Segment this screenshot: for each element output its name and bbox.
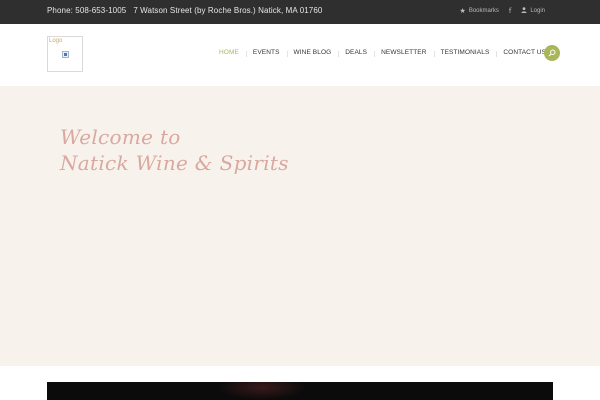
login-label: Login bbox=[530, 8, 545, 14]
nav-home[interactable]: HOME bbox=[212, 49, 246, 56]
search-button[interactable] bbox=[544, 45, 560, 61]
featured-media[interactable] bbox=[47, 382, 553, 400]
login-link[interactable]: Login bbox=[521, 7, 545, 15]
nav-wine-blog[interactable]: WINE BLOG bbox=[286, 49, 339, 57]
site-logo[interactable]: Logo bbox=[47, 36, 83, 72]
hero-line-2: Natick Wine & Spirits bbox=[60, 151, 289, 175]
nav-events[interactable]: EVENTS bbox=[245, 49, 287, 57]
user-icon bbox=[521, 7, 527, 15]
main-nav: HOME EVENTS WINE BLOG DEALS NEWSLETTER T… bbox=[212, 46, 553, 58]
broken-image-icon bbox=[62, 51, 69, 58]
bookmarks-link[interactable]: ★ Bookmarks bbox=[460, 7, 499, 15]
hero-heading: Welcome to Natick Wine & Spirits bbox=[60, 124, 289, 176]
media-image bbox=[217, 382, 307, 400]
hero-line-1: Welcome to bbox=[60, 125, 181, 149]
contact-info: Phone: 508-653-1005 7 Watson Street (by R… bbox=[47, 6, 322, 15]
nav-deals[interactable]: DEALS bbox=[338, 49, 374, 57]
nav-newsletter[interactable]: NEWSLETTER bbox=[374, 49, 433, 57]
logo-alt-text: Logo bbox=[49, 38, 63, 44]
store-address: 7 Watson Street (by Roche Bros.) Natick,… bbox=[133, 6, 323, 15]
search-icon bbox=[548, 49, 556, 57]
hero-section: Welcome to Natick Wine & Spirits bbox=[0, 86, 600, 366]
top-links: ★ Bookmarks f Login bbox=[450, 7, 545, 15]
facebook-icon[interactable]: f bbox=[509, 7, 511, 15]
phone-number: Phone: 508-653-1005 bbox=[47, 6, 127, 15]
site-header: Logo HOME EVENTS WINE BLOG DEALS NEWSLET… bbox=[0, 24, 600, 86]
nav-testimonials[interactable]: TESTIMONIALS bbox=[433, 49, 497, 57]
star-icon: ★ bbox=[459, 8, 466, 15]
top-bar: Phone: 508-653-1005 7 Watson Street (by R… bbox=[0, 0, 600, 24]
bookmarks-label: Bookmarks bbox=[468, 8, 499, 14]
